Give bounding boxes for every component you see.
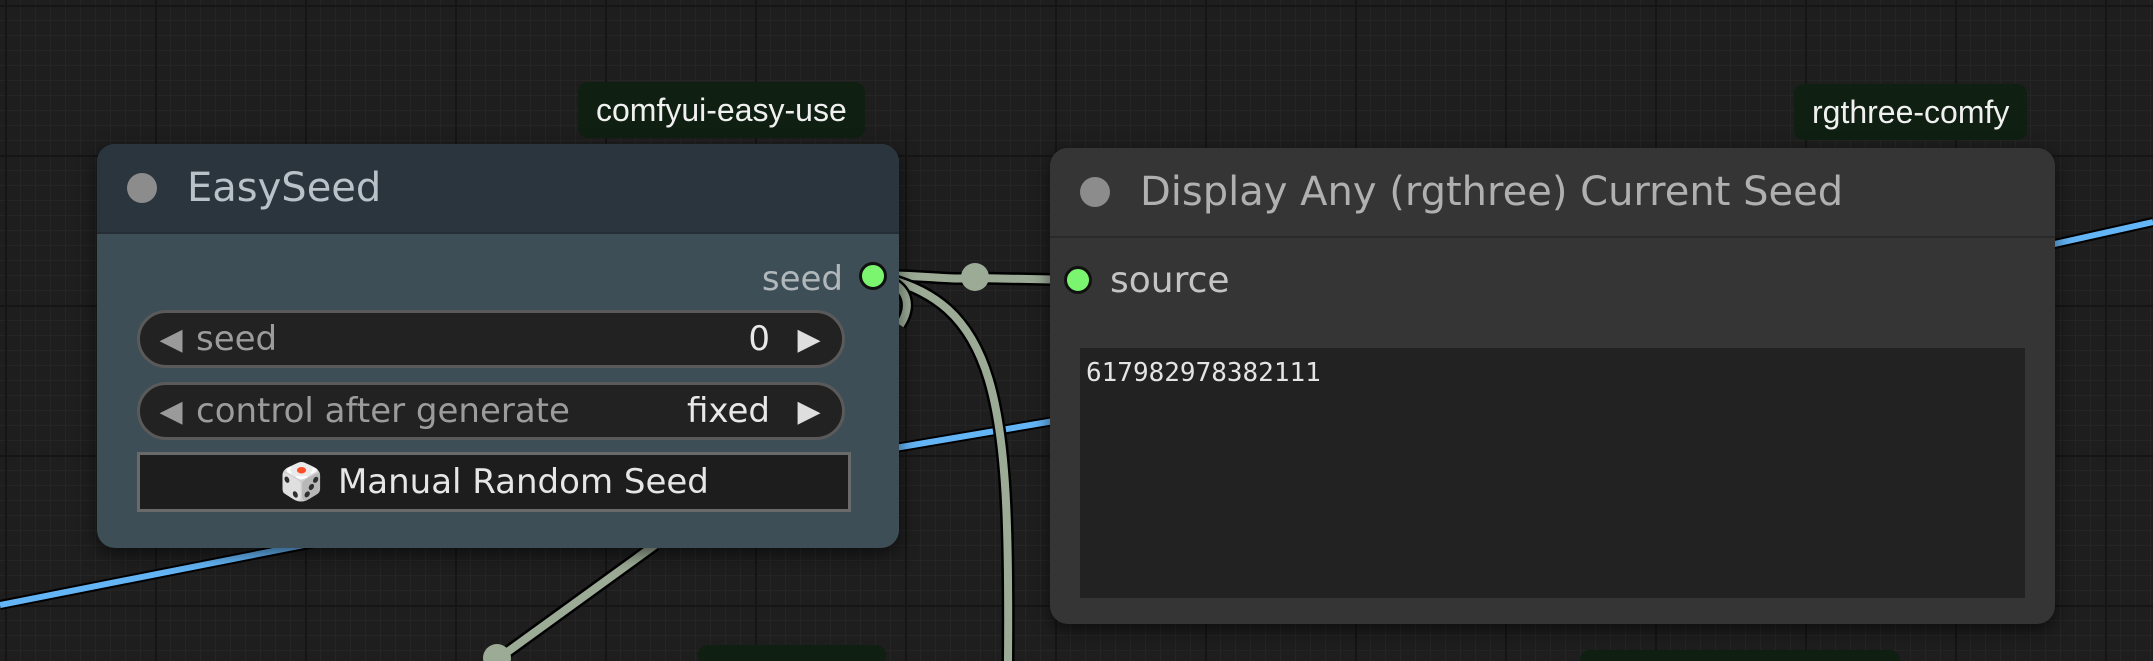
display-any-node[interactable]: Display Any (rgthree) Current Seed sourc… [1050,148,2055,624]
control-after-generate-combo[interactable]: ◀ control after generate fixed ▶ [137,382,845,440]
node-source-badge: comfyui-easy-use [578,82,865,138]
seed-number-widget[interactable]: ◀ seed 0 ▶ [137,310,845,368]
dice-icon: 🎲 [279,462,324,503]
node-title: EasySeed [187,165,382,211]
seed-output-slot[interactable] [859,262,887,290]
node-title-bar[interactable]: Display Any (rgthree) Current Seed [1050,148,2055,238]
source-input-slot[interactable] [1064,266,1092,294]
input-slot-label: source [1110,260,1230,301]
seed-link-wire [492,541,658,661]
previous-arrow-icon[interactable]: ◀ [156,394,186,429]
node-source-badge: rgthree-comfy [1794,84,2028,140]
collapse-toggle[interactable] [127,173,157,203]
link-midpoint-dot[interactable] [961,263,989,291]
collapse-toggle[interactable] [1080,177,1110,207]
widget-value[interactable]: 0 [748,319,770,359]
blue-link-wire [894,417,1061,451]
blue-link-wire [2049,219,2153,248]
widget-value[interactable]: fixed [687,391,770,431]
widget-label: seed [196,319,278,359]
node-title: Display Any (rgthree) Current Seed [1140,169,1844,215]
widget-label: control after generate [196,391,570,431]
next-arrow-icon[interactable]: ▶ [794,394,824,429]
offscreen-node-badge [698,645,886,661]
button-label: Manual Random Seed [337,462,709,502]
offscreen-node-badge [1580,650,1900,661]
manual-random-seed-button[interactable]: 🎲 Manual Random Seed [137,452,851,512]
output-slot-label: seed [761,259,843,299]
decrement-arrow-icon[interactable]: ◀ [156,322,186,357]
seed-display-textarea[interactable]: 617982978382111 [1080,348,2025,598]
increment-arrow-icon[interactable]: ▶ [794,322,824,357]
node-title-bar[interactable]: EasySeed [97,144,899,234]
easyseed-node[interactable]: EasySeed seed ◀ seed 0 ▶ ◀ control after… [97,144,899,548]
